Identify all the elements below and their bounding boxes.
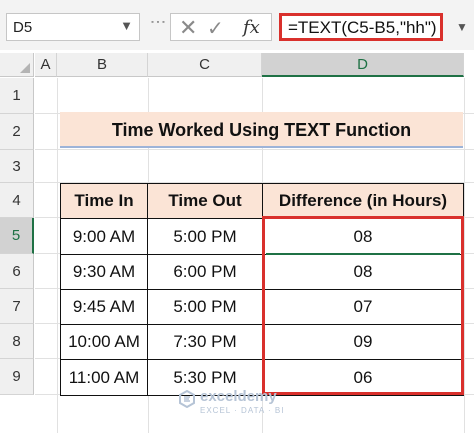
row-header-5[interactable]: 5 — [0, 218, 34, 254]
gridline — [464, 78, 465, 433]
watermark-tagline: EXCEL · DATA · BI — [200, 406, 285, 415]
gridline — [35, 149, 474, 150]
formula-input[interactable]: =TEXT(C5-B5,"hh") — [279, 13, 443, 41]
formula-text: =TEXT(C5-B5,"hh") — [288, 18, 437, 37]
row-header-3[interactable]: 3 — [0, 150, 34, 183]
chevron-down-icon[interactable]: ▼ — [120, 18, 133, 33]
select-all-icon — [20, 63, 30, 73]
column-header-c[interactable]: C — [148, 53, 262, 77]
column-header-d[interactable]: D — [262, 53, 464, 77]
sheet-title[interactable]: Time Worked Using TEXT Function — [60, 112, 463, 148]
insert-function-icon[interactable]: fx — [243, 17, 260, 38]
enter-icon[interactable]: ✓ — [207, 16, 224, 41]
formula-buttons: ✕ ✓ fx — [170, 13, 272, 41]
watermark-name: exceldemy — [200, 388, 277, 405]
formula-bar: D5 ▼ ⋮ ✕ ✓ fx =TEXT(C5-B5,"hh") ▼ — [0, 0, 474, 50]
table-cell-time-in[interactable]: 10:00 AM — [60, 324, 148, 360]
table-header-time-in[interactable]: Time In — [60, 183, 148, 219]
expand-formula-bar-icon[interactable]: ▼ — [456, 20, 468, 34]
table-cell-time-in[interactable]: 9:00 AM — [60, 218, 148, 255]
gridline — [57, 78, 58, 433]
select-all-button[interactable] — [0, 53, 34, 77]
table-header-time-out[interactable]: Time Out — [147, 183, 263, 219]
table-cell-time-out[interactable]: 6:00 PM — [147, 254, 263, 290]
table-cell-time-out[interactable]: 5:00 PM — [147, 218, 263, 255]
row-header-9[interactable]: 9 — [0, 359, 34, 395]
more-icon[interactable]: ⋮ — [148, 14, 167, 29]
highlight-box — [262, 216, 464, 395]
table-cell-time-in[interactable]: 9:30 AM — [60, 254, 148, 290]
column-header-b[interactable]: B — [57, 53, 148, 77]
name-box[interactable]: D5 ▼ — [6, 13, 140, 41]
cancel-icon[interactable]: ✕ — [179, 15, 197, 41]
name-box-value: D5 — [13, 19, 33, 36]
table-cell-time-out[interactable]: 7:30 PM — [147, 324, 263, 360]
exceldemy-logo-icon — [179, 390, 195, 408]
table-cell-time-in[interactable]: 11:00 AM — [60, 359, 148, 396]
table-cell-time-out[interactable]: 5:00 PM — [147, 289, 263, 325]
row-header-1[interactable]: 1 — [0, 78, 34, 114]
row-header-2[interactable]: 2 — [0, 114, 34, 150]
column-header-a[interactable]: A — [35, 53, 57, 77]
row-header-4[interactable]: 4 — [0, 183, 34, 218]
table-cell-time-in[interactable]: 9:45 AM — [60, 289, 148, 325]
row-header-7[interactable]: 7 — [0, 289, 34, 324]
row-header-6[interactable]: 6 — [0, 254, 34, 289]
table-header-difference[interactable]: Difference (in Hours) — [262, 183, 464, 219]
row-header-8[interactable]: 8 — [0, 324, 34, 359]
